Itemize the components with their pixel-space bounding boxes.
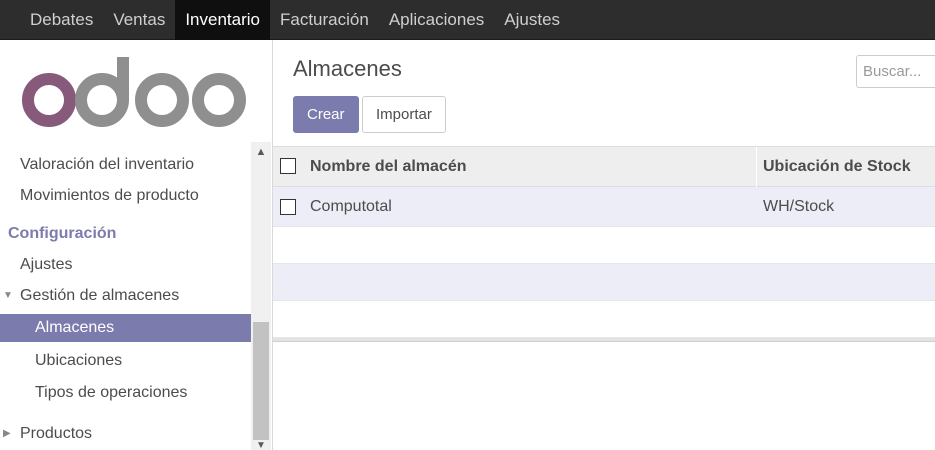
sidebar-scrollbar-thumb[interactable] [253,322,269,440]
menu-facturacion[interactable]: Facturación [270,0,379,40]
warehouse-table: Nombre del almacén Ubicación de Stock Co… [273,146,935,342]
scroll-up-icon[interactable]: ▲ [251,142,271,162]
menu-ventas[interactable]: Ventas [103,0,175,40]
menu-aplicaciones[interactable]: Aplicaciones [379,0,494,40]
caret-right-icon: ▶ [3,428,11,439]
column-divider [756,147,757,187]
table-footer [273,338,935,342]
empty-row [273,301,935,338]
sidebar-item-ajustes[interactable]: Ajustes [0,251,251,279]
sidebar-item-gestion-almacenes[interactable]: ▼ Gestión de almacenes [0,282,251,310]
table-row[interactable]: Computotal WH/Stock [273,187,935,227]
column-header-location[interactable]: Ubicación de Stock [763,147,911,187]
sidebar-item-almacenes[interactable]: Almacenes [0,314,251,342]
odoo-logo-icon [22,57,246,127]
menu-debates[interactable]: Debates [20,0,103,40]
top-navbar: Debates Ventas Inventario Facturación Ap… [0,0,935,40]
import-button[interactable]: Importar [362,96,446,133]
table-header: Nombre del almacén Ubicación de Stock [273,146,935,187]
column-header-name[interactable]: Nombre del almacén [310,147,467,187]
empty-row [273,227,935,264]
cell-stock-location: WH/Stock [763,198,835,215]
menu-inventario[interactable]: Inventario [175,0,270,40]
sidebar-item-ubicaciones[interactable]: Ubicaciones [0,347,251,375]
odoo-logo[interactable] [22,57,248,129]
search-input[interactable] [857,56,935,87]
scroll-down-icon[interactable]: ▼ [251,440,271,450]
sidebar: Valoración del inventario Movimientos de… [0,40,273,450]
cell-warehouse-name: Computotal [310,198,392,215]
sidebar-item-tipos-operaciones[interactable]: Tipos de operaciones [0,379,251,407]
sidebar-item-movimientos[interactable]: Movimientos de producto [0,182,251,210]
sidebar-item-valoracion[interactable]: Valoración del inventario [0,151,251,179]
row-checkbox[interactable] [280,199,296,215]
app-menu: Debates Ventas Inventario Facturación Ap… [20,0,570,40]
sidebar-item-productos[interactable]: ▶ Productos [0,420,251,448]
main-content: Almacenes Crear Importar Nombre del alma… [273,40,935,450]
select-all-checkbox[interactable] [280,158,296,174]
menu-ajustes[interactable]: Ajustes [494,0,570,40]
create-button[interactable]: Crear [293,96,359,133]
empty-row [273,264,935,301]
sidebar-section-configuracion: Configuración [8,225,117,242]
caret-down-icon: ▼ [3,290,13,301]
page-title: Almacenes [293,56,402,81]
search-box[interactable] [856,55,935,88]
